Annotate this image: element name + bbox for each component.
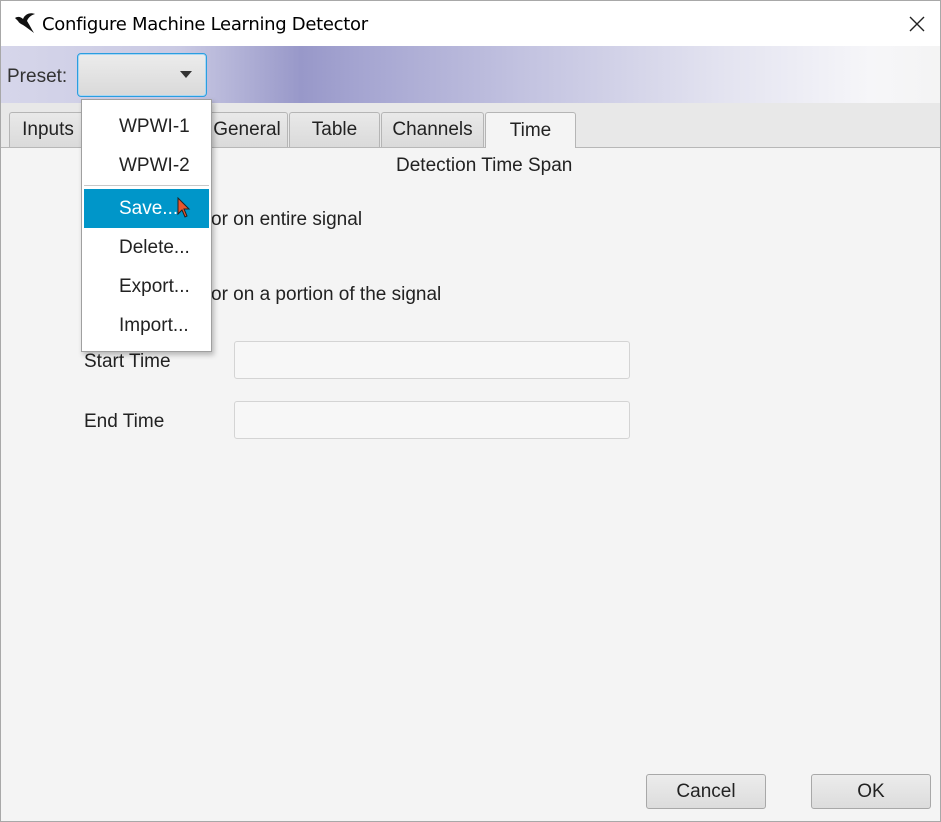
tab-channels[interactable]: Channels: [381, 112, 484, 147]
menu-item-export[interactable]: Export...: [84, 267, 209, 306]
tab-label: General: [213, 119, 281, 140]
bird-icon: [15, 13, 35, 33]
window-title: Configure Machine Learning Detector: [42, 14, 368, 35]
preset-combobox[interactable]: [77, 53, 207, 97]
option-entire-signal[interactable]: or on entire signal: [211, 209, 362, 231]
close-icon: [909, 16, 925, 31]
mouse-pointer-icon: [177, 197, 191, 218]
chevron-down-icon: [180, 71, 192, 78]
tab-table[interactable]: Table: [289, 112, 380, 147]
title-bar: Configure Machine Learning Detector: [1, 1, 940, 46]
close-button[interactable]: [894, 1, 940, 46]
menu-item-delete[interactable]: Delete...: [84, 228, 209, 267]
preset-dropdown-menu: WPWI-1 WPWI-2 Save... Delete... Export..…: [81, 99, 212, 352]
tab-label: Table: [311, 119, 358, 140]
start-time-label: Start Time: [84, 351, 171, 372]
menu-item-import[interactable]: Import...: [84, 306, 209, 345]
preset-bar: Preset:: [1, 46, 940, 103]
end-time-input[interactable]: [234, 401, 630, 439]
tab-label: Inputs: [22, 119, 74, 140]
ok-button[interactable]: OK: [811, 774, 931, 809]
tab-label: Time: [509, 119, 552, 141]
preset-label: Preset:: [7, 66, 68, 87]
tab-inputs[interactable]: Inputs: [9, 112, 91, 147]
menu-separator: [84, 185, 209, 186]
menu-item-wpwi-2[interactable]: WPWI-2: [84, 146, 209, 185]
start-time-input[interactable]: [234, 341, 630, 379]
section-title: Detection Time Span: [396, 155, 573, 176]
tab-time[interactable]: Time: [485, 112, 576, 148]
cancel-button[interactable]: Cancel: [646, 774, 766, 809]
dialog-window: Configure Machine Learning Detector Pres…: [0, 0, 941, 822]
option-portion-signal[interactable]: or on a portion of the signal: [211, 284, 441, 306]
menu-item-wpwi-1[interactable]: WPWI-1: [84, 107, 209, 146]
end-time-label: End Time: [84, 411, 165, 432]
tab-label: Channels: [392, 119, 473, 140]
